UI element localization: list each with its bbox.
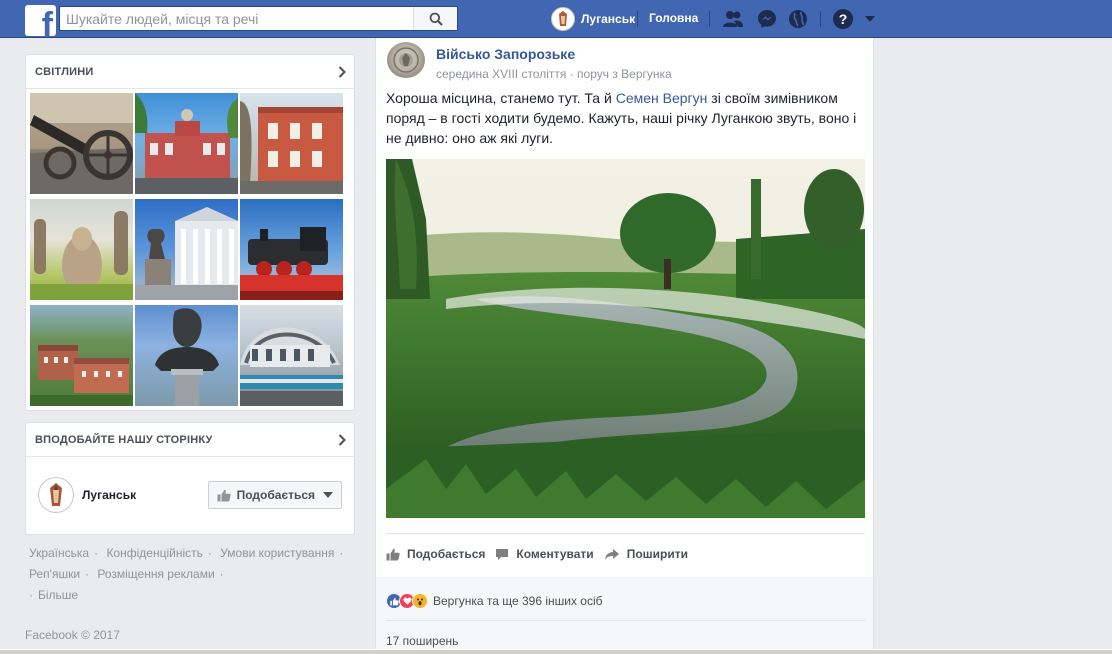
post-author-avatar[interactable] (387, 42, 425, 78)
photos-card-header[interactable]: СВІТЛИНИ (26, 55, 354, 89)
reactions-summary[interactable]: Вергунка та ще 396 інших осіб (386, 593, 603, 609)
page-like-button[interactable]: Подобається (207, 481, 342, 509)
footer-link-language[interactable]: Українська (29, 546, 89, 560)
post-author-name[interactable]: Військо Запорозьке (436, 46, 575, 62)
home-link[interactable]: Головна (649, 11, 698, 25)
help-icon[interactable]: ? (831, 8, 855, 30)
like-page-card-header[interactable]: ВПОДОБАЙТЕ НАШУ СТОРІНКУ (26, 423, 354, 457)
footer-separator: · (339, 546, 344, 560)
post-like-button[interactable]: Подобається (386, 547, 485, 561)
photo-thumbnail-brick-house[interactable] (240, 93, 343, 194)
photo-thumbnail-stone-statues[interactable] (30, 199, 133, 300)
friend-requests-icon[interactable] (721, 8, 745, 30)
footer-link-cookies[interactable]: Реп'яшки (29, 567, 80, 581)
post-text: Хороша місцина, станемо тут. Та й Семен … (386, 88, 866, 148)
profile-link[interactable]: Луганськ (551, 6, 635, 32)
like-page-card: ВПОДОБАЙТЕ НАШУ СТОРІНКУ Луганськ Подоба… (25, 422, 355, 535)
post-like-label: Подобається (407, 547, 486, 561)
profile-avatar (551, 7, 575, 31)
messenger-icon[interactable] (755, 8, 779, 30)
post-actions: Подобається Коментувати Поширити (386, 543, 698, 565)
photo-thumbnail-aerial-city[interactable] (30, 305, 133, 406)
chevron-right-icon[interactable] (338, 433, 346, 446)
photo-thumbnail-railway-station[interactable] (240, 305, 343, 406)
photos-card: СВІТЛИНИ (25, 54, 355, 411)
photo-thumbnail-columned-building[interactable] (135, 199, 238, 300)
post-reactions-section: Вергунка та ще 396 інших осіб 17 поширен… (376, 577, 873, 654)
footer-link-privacy[interactable]: Конфіденційність (106, 546, 202, 560)
nav-divider (709, 11, 710, 27)
thumbs-up-icon (217, 489, 231, 501)
wow-reaction-icon (412, 593, 428, 609)
footer-separator: · (94, 546, 99, 560)
footer-separator: · (29, 588, 33, 602)
logo-letter: f (41, 6, 53, 36)
window-bottom-edge (0, 649, 1112, 654)
copyright-text: Facebook © 2017 (25, 628, 120, 642)
search-input[interactable] (60, 7, 412, 30)
feed-post: Військо Запорозьке середина XVIII століт… (375, 38, 874, 654)
reactions-divider (386, 620, 865, 621)
nav-divider (820, 11, 821, 27)
footer-link-more[interactable]: Більше (38, 588, 78, 602)
photo-thumbnail-cannon[interactable] (30, 93, 133, 194)
footer-links: Українська · Конфіденційність · Умови кори… (29, 543, 359, 606)
post-photo-river-landscape[interactable] (386, 159, 865, 518)
search-button[interactable] (413, 7, 457, 30)
search-box (59, 6, 458, 31)
shares-count[interactable]: 17 поширень (386, 634, 458, 648)
post-divider (386, 533, 865, 534)
share-arrow-icon (604, 548, 619, 560)
footer-separator: · (219, 567, 224, 581)
post-mention-link[interactable]: Семен Вергун (616, 90, 708, 106)
post-share-label: Поширити (626, 547, 688, 561)
page-name[interactable]: Луганськ (82, 488, 208, 502)
photos-card-title: СВІТЛИНИ (35, 65, 94, 78)
page-like-row: Луганськ Подобається (26, 457, 354, 533)
photo-thumbnail-red-building[interactable] (135, 93, 238, 194)
photos-grid (26, 89, 354, 406)
footer-link-terms[interactable]: Умови користування (220, 546, 334, 560)
like-page-card-title: ВПОДОБАЙТЕ НАШУ СТОРІНКУ (35, 433, 213, 446)
photo-thumbnail-locomotive[interactable] (240, 199, 343, 300)
page-avatar[interactable] (38, 477, 74, 513)
top-navigation-bar: f Луганськ Головна ? (0, 0, 1112, 38)
account-menu-caret-icon[interactable] (858, 8, 882, 30)
post-share-button[interactable]: Поширити (604, 547, 688, 561)
profile-name: Луганськ (581, 12, 636, 26)
photo-thumbnail-bust-statue[interactable] (135, 305, 238, 406)
post-meta: середина XVIII століття · поруч з Вергун… (436, 67, 672, 81)
nav-divider (637, 11, 638, 27)
luhansk-emblem-icon (559, 11, 567, 26)
footer-separator: · (85, 567, 90, 581)
facebook-logo-icon[interactable]: f (25, 5, 56, 36)
post-text-part: Хороша місцина, станемо тут. Та й (386, 90, 616, 106)
post-comment-button[interactable]: Коментувати (495, 547, 594, 561)
thumbs-up-icon (386, 548, 400, 560)
svg-text:?: ? (839, 11, 848, 27)
footer-separator: · (207, 546, 212, 560)
notifications-globe-icon[interactable] (786, 8, 810, 30)
caret-down-icon (323, 492, 333, 498)
luhansk-emblem-icon (50, 483, 62, 506)
page-like-button-label: Подобається (236, 488, 315, 502)
reactions-text: Вергунка та ще 396 інших осіб (433, 594, 603, 608)
post-comment-label: Коментувати (516, 547, 594, 561)
comment-icon (496, 548, 509, 560)
search-icon (429, 12, 443, 26)
footer-link-advertising[interactable]: Розміщення реклами (97, 567, 214, 581)
chevron-right-icon[interactable] (338, 65, 346, 78)
